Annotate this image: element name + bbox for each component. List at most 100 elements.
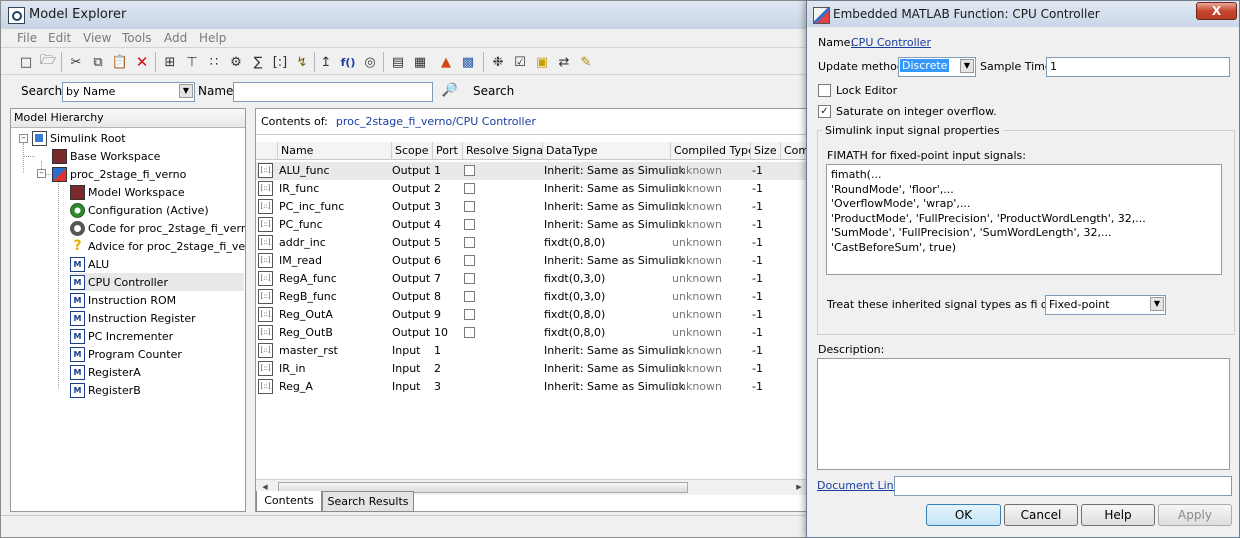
tree-icon[interactable]: ⊤ [183,53,201,71]
cell-scope[interactable]: Output [392,326,430,339]
cell-scope[interactable]: Output [392,218,430,231]
column-resolve-signal[interactable]: Resolve Signal [463,142,543,160]
cell-port[interactable]: 2 [434,362,441,375]
tree-item-simulink-root[interactable]: Simulink Root [32,129,126,147]
description-textarea[interactable] [817,358,1230,470]
wrench-icon[interactable]: ❉ [489,53,507,71]
cell-datatype[interactable]: Inherit: Same as Simulink [544,380,685,393]
table-icon[interactable]: ▤ [389,53,407,71]
table-row[interactable]: [::] Reg_OutA Output 9 fixdt(0,8,0) unknown -1 [256,306,808,324]
cell-port[interactable]: 8 [434,290,441,303]
cell-port[interactable]: 3 [434,380,441,393]
cell-datatype[interactable]: Inherit: Same as Simulink [544,164,685,177]
cell-scope[interactable]: Output [392,272,430,285]
paste-icon[interactable]: 📋 [111,53,129,71]
cell-scope[interactable]: Output [392,308,430,321]
cell-scope[interactable]: Output [392,164,430,177]
tree-item-base-workspace[interactable]: Base Workspace [52,147,160,165]
cell-port[interactable]: 1 [434,344,441,357]
table-row[interactable]: [::] PC_func Output 4 Inherit: Same as Simul… [256,216,808,234]
dialog-title-bar[interactable]: Embedded MATLAB Function: CPU Controller [807,1,1239,27]
sample-time-input[interactable]: 1 [1046,57,1230,77]
tree-item-program-counter[interactable]: M Program Counter [70,345,182,363]
tree-item-registera[interactable]: M RegisterA [70,363,141,381]
cell-name[interactable]: IR_func [279,182,319,195]
column-scope[interactable]: Scope [392,142,433,160]
cell-datatype[interactable]: Inherit: Same as Simulink [544,218,685,231]
cell-port[interactable]: 9 [434,308,441,321]
cell-port[interactable]: 6 [434,254,441,267]
cell-name[interactable]: PC_inc_func [279,200,344,213]
tree-item-code[interactable]: Code for proc_2stage_fi_verno [70,219,245,237]
resolve-signal-checkbox[interactable] [464,165,475,176]
target-icon[interactable]: ◎ [361,53,379,71]
cell-name[interactable]: RegA_func [279,272,337,285]
menu-view[interactable]: View [83,31,111,45]
table2-icon[interactable]: ▦ [411,53,429,71]
cell-port[interactable]: 5 [434,236,441,249]
table-row[interactable]: [::] RegA_func Output 7 fixdt(0,3,0) unknown -… [256,270,808,288]
tree-item-instruction-rom[interactable]: M Instruction ROM [70,291,176,309]
resolve-signal-checkbox[interactable] [464,291,475,302]
menu-file[interactable]: File [17,31,37,45]
cell-name[interactable]: RegB_func [279,290,337,303]
cell-port[interactable]: 2 [434,182,441,195]
table-row[interactable]: [::] Reg_A Input 3 Inherit: Same as Simulink… [256,378,808,396]
table-row[interactable]: [::] IR_in Input 2 Inherit: Same as Simulink… [256,360,808,378]
table-row[interactable]: [::] IR_func Output 2 Inherit: Same as Simul… [256,180,808,198]
help-button[interactable]: Help [1081,504,1155,526]
cell-datatype[interactable]: Inherit: Same as Simulink [544,362,685,375]
table-row[interactable]: [::] PC_inc_func Output 3 Inherit: Same as S… [256,198,808,216]
cell-port[interactable]: 3 [434,200,441,213]
chevron-down-icon[interactable]: ▼ [960,59,974,73]
cell-datatype[interactable]: Inherit: Same as Simulink [544,182,685,195]
swap-icon[interactable]: ⇄ [555,53,573,71]
search-name-input[interactable] [233,82,433,102]
tree-item-model[interactable]: proc_2stage_fi_verno [52,165,186,183]
cell-scope[interactable]: Output [392,200,430,213]
resolve-signal-checkbox[interactable] [464,219,475,230]
cell-scope[interactable]: Output [392,182,430,195]
collapse-root-toggle[interactable]: – [19,134,28,143]
table-row[interactable]: [::] ALU_func Output 1 Inherit: Same as Simu… [256,162,808,180]
grid-icon[interactable]: ⊞ [161,53,179,71]
search-by-dropdown[interactable]: by Name ▼ [62,82,195,102]
resolve-signal-checkbox[interactable] [464,273,475,284]
lock-editor-checkbox[interactable] [818,84,831,97]
cancel-button[interactable]: Cancel [1004,504,1078,526]
table-row[interactable]: [::] master_rst Input 1 Inherit: Same as Sim… [256,342,808,360]
resolve-signal-checkbox[interactable] [464,327,475,338]
collapse-model-toggle[interactable]: – [37,169,46,178]
tab-contents[interactable]: Contents [256,491,322,512]
scroll-right-icon[interactable]: ▶ [792,481,806,494]
cut-icon[interactable]: ✂ [67,53,85,71]
saturate-checkbox[interactable]: ✓ [818,105,831,118]
column-name[interactable]: Name [278,142,392,160]
cell-scope[interactable]: Output [392,236,430,249]
resolve-signal-checkbox[interactable] [464,255,475,266]
note-icon[interactable]: ✎ [577,53,595,71]
menu-edit[interactable]: Edit [48,31,71,45]
simulink-icon[interactable]: ▩ [459,53,477,71]
cell-name[interactable]: addr_inc [279,236,326,249]
document-link-label[interactable]: Document Link: [817,479,904,492]
run-icon[interactable]: ↥ [317,53,335,71]
column-port[interactable]: Port [433,142,463,160]
tree-item-instruction-register[interactable]: M Instruction Register [70,309,196,327]
treat-inherited-dropdown[interactable]: Fixed-point ▼ [1045,295,1166,315]
update-method-dropdown[interactable]: Discrete ▼ [898,57,976,77]
cell-scope[interactable]: Input [392,362,420,375]
cell-scope[interactable]: Output [392,290,430,303]
apply-button[interactable]: Apply [1158,504,1232,526]
cell-name[interactable]: Reg_OutB [279,326,333,339]
bracket-icon[interactable]: [:] [271,53,289,71]
tree-item-model-workspace[interactable]: Model Workspace [70,183,185,201]
tree-item-alu[interactable]: M ALU [70,255,109,273]
cell-name[interactable]: Reg_A [279,380,313,393]
cell-name[interactable]: master_rst [279,344,338,357]
cell-datatype[interactable]: fixdt(0,8,0) [544,308,605,321]
close-button[interactable]: X [1196,2,1237,20]
fimath-textarea[interactable]: fimath(... 'RoundMode', 'floor',... 'Ove… [826,164,1222,275]
flash-icon[interactable]: ↯ [293,53,311,71]
resolve-signal-checkbox[interactable] [464,201,475,212]
